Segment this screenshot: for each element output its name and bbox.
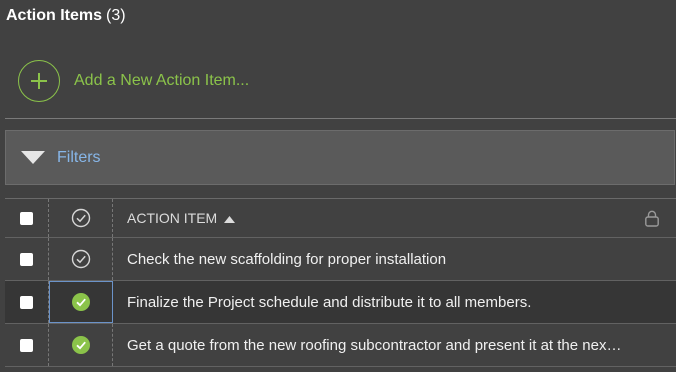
row-checkbox[interactable] (20, 295, 33, 309)
plus-circle-icon[interactable] (18, 60, 60, 102)
header-select-cell (5, 199, 49, 237)
row-checkbox[interactable] (20, 252, 33, 266)
row-status-cell[interactable] (49, 238, 113, 280)
action-item-text: Get a quote from the new roofing subcont… (127, 336, 622, 354)
panel-header: Action Items (3) (6, 5, 126, 27)
column-header-label[interactable]: ACTION ITEM (127, 210, 217, 226)
column-header-action-item[interactable]: ACTION ITEM (113, 199, 676, 237)
row-text-cell[interactable]: Check the new scaffolding for proper ins… (113, 238, 676, 280)
table-row[interactable]: Get a quote from the new roofing subcont… (5, 324, 676, 367)
row-checkbox[interactable] (20, 338, 33, 352)
check-circle-outline-icon[interactable] (71, 249, 91, 269)
check-circle-outline-icon (71, 208, 90, 228)
check-circle-filled-icon[interactable] (71, 335, 91, 355)
row-select-cell (5, 324, 49, 366)
row-text-cell[interactable]: Finalize the Project schedule and distri… (113, 281, 676, 323)
lock-icon[interactable] (644, 210, 660, 227)
table-row[interactable]: Check the new scaffolding for proper ins… (5, 238, 676, 281)
table-header-row: ACTION ITEM (5, 199, 676, 238)
column-header-group: ACTION ITEM (127, 210, 236, 226)
action-item-text: Finalize the Project schedule and distri… (127, 293, 532, 311)
page-title: Action Items (6, 7, 103, 24)
filters-label[interactable]: Filters (57, 149, 101, 167)
action-items-panel: Action Items (3) Add a New Action Item...… (0, 0, 676, 372)
filters-toggle[interactable]: Filters (5, 130, 675, 185)
action-item-text: Check the new scaffolding for proper ins… (127, 250, 447, 268)
add-action-item-label[interactable]: Add a New Action Item... (74, 72, 249, 90)
row-status-cell[interactable] (49, 281, 113, 323)
row-status-cell[interactable] (49, 324, 113, 366)
row-select-cell (5, 238, 49, 280)
triangle-down-icon[interactable] (21, 151, 45, 165)
table-row[interactable]: Finalize the Project schedule and distri… (5, 281, 676, 324)
check-circle-filled-icon[interactable] (71, 292, 91, 312)
row-text-cell[interactable]: Get a quote from the new roofing subcont… (113, 324, 676, 366)
row-select-cell (5, 281, 49, 323)
select-all-checkbox[interactable] (20, 211, 33, 225)
action-items-table: ACTION ITEM Check the new scaffolding fo… (5, 198, 676, 367)
item-count: (3) (106, 7, 126, 24)
add-action-item-button[interactable]: Add a New Action Item... (18, 58, 249, 104)
sort-ascending-icon[interactable] (224, 215, 236, 223)
header-status-cell (49, 199, 113, 237)
section-divider (5, 118, 676, 119)
